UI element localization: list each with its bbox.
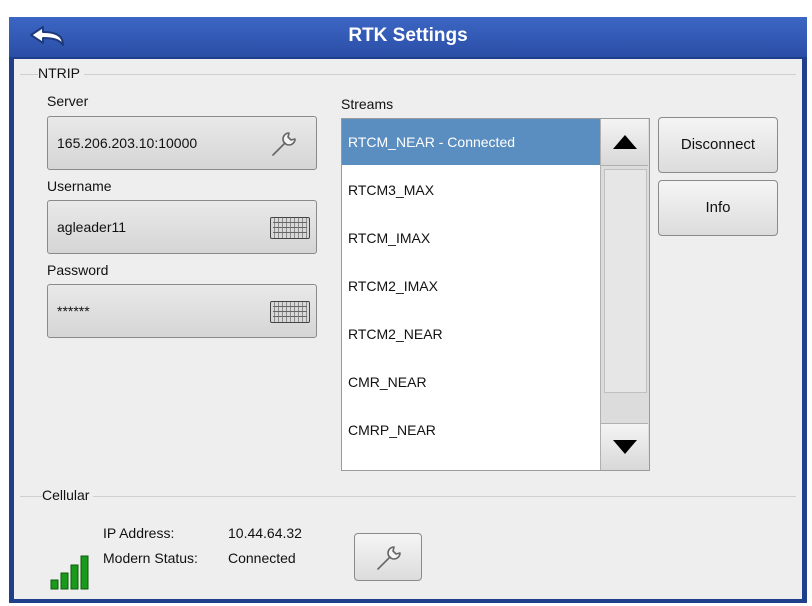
- info-button[interactable]: Info: [658, 180, 778, 236]
- streams-label: Streams: [341, 96, 394, 112]
- wrench-icon: [272, 132, 296, 156]
- cellular-divider: [20, 496, 796, 497]
- streams-list[interactable]: RTCM_NEAR - Connected RTCM3_MAX RTCM_IMA…: [341, 118, 650, 471]
- cellular-section-label: Cellular: [42, 487, 94, 503]
- scroll-up-button[interactable]: [601, 119, 648, 166]
- username-value: agleader11: [57, 219, 127, 235]
- modem-status-value: Connected: [228, 550, 296, 566]
- stream-item-cmr-near[interactable]: CMR_NEAR: [342, 359, 601, 405]
- scroll-down-button[interactable]: [601, 423, 648, 470]
- streams-scrollbar[interactable]: [600, 119, 649, 470]
- settings-panel: NTRIP Server 165.206.203.10:10000 Userna…: [14, 59, 802, 599]
- stream-item-rtcm-imax[interactable]: RTCM_IMAX: [342, 215, 601, 261]
- ip-address-label: IP Address:: [103, 525, 175, 541]
- username-label: Username: [47, 178, 112, 194]
- ip-address-value: 10.44.64.32: [228, 525, 302, 541]
- keyboard-icon: [270, 217, 310, 239]
- stream-item-rtcm3-max[interactable]: RTCM3_MAX: [342, 167, 601, 213]
- password-label: Password: [47, 262, 109, 278]
- ntrip-section-label: NTRIP: [38, 65, 84, 81]
- modem-status-label: Modern Status:: [103, 550, 198, 566]
- page-title: RTK Settings: [348, 25, 468, 46]
- username-field[interactable]: agleader11: [47, 200, 317, 254]
- wrench-icon: [377, 546, 401, 570]
- server-value: 165.206.203.10:10000: [57, 135, 198, 151]
- disconnect-button[interactable]: Disconnect: [658, 117, 778, 173]
- server-label: Server: [47, 93, 89, 109]
- cellular-settings-button[interactable]: [354, 533, 422, 581]
- signal-strength-icon: [50, 555, 89, 590]
- server-field[interactable]: 165.206.203.10:10000: [47, 116, 317, 170]
- password-value: ******: [57, 303, 90, 319]
- window-frame: RTK Settings NTRIP Server 165.206.203.10…: [9, 17, 807, 603]
- ntrip-divider: [20, 74, 796, 75]
- arrow-up-icon: [613, 135, 637, 149]
- stream-item-cmrp-near[interactable]: CMRP_NEAR: [342, 407, 601, 453]
- stream-item-rtcm-near[interactable]: RTCM_NEAR - Connected: [342, 119, 601, 165]
- title-bar: RTK Settings: [9, 17, 807, 57]
- scroll-thumb[interactable]: [604, 169, 647, 393]
- keyboard-icon: [270, 301, 310, 323]
- stream-item-rtcm2-imax[interactable]: RTCM2_IMAX: [342, 263, 601, 309]
- stream-item-rtcm2-near[interactable]: RTCM2_NEAR: [342, 311, 601, 357]
- password-field[interactable]: ******: [47, 284, 317, 338]
- arrow-down-icon: [613, 440, 637, 454]
